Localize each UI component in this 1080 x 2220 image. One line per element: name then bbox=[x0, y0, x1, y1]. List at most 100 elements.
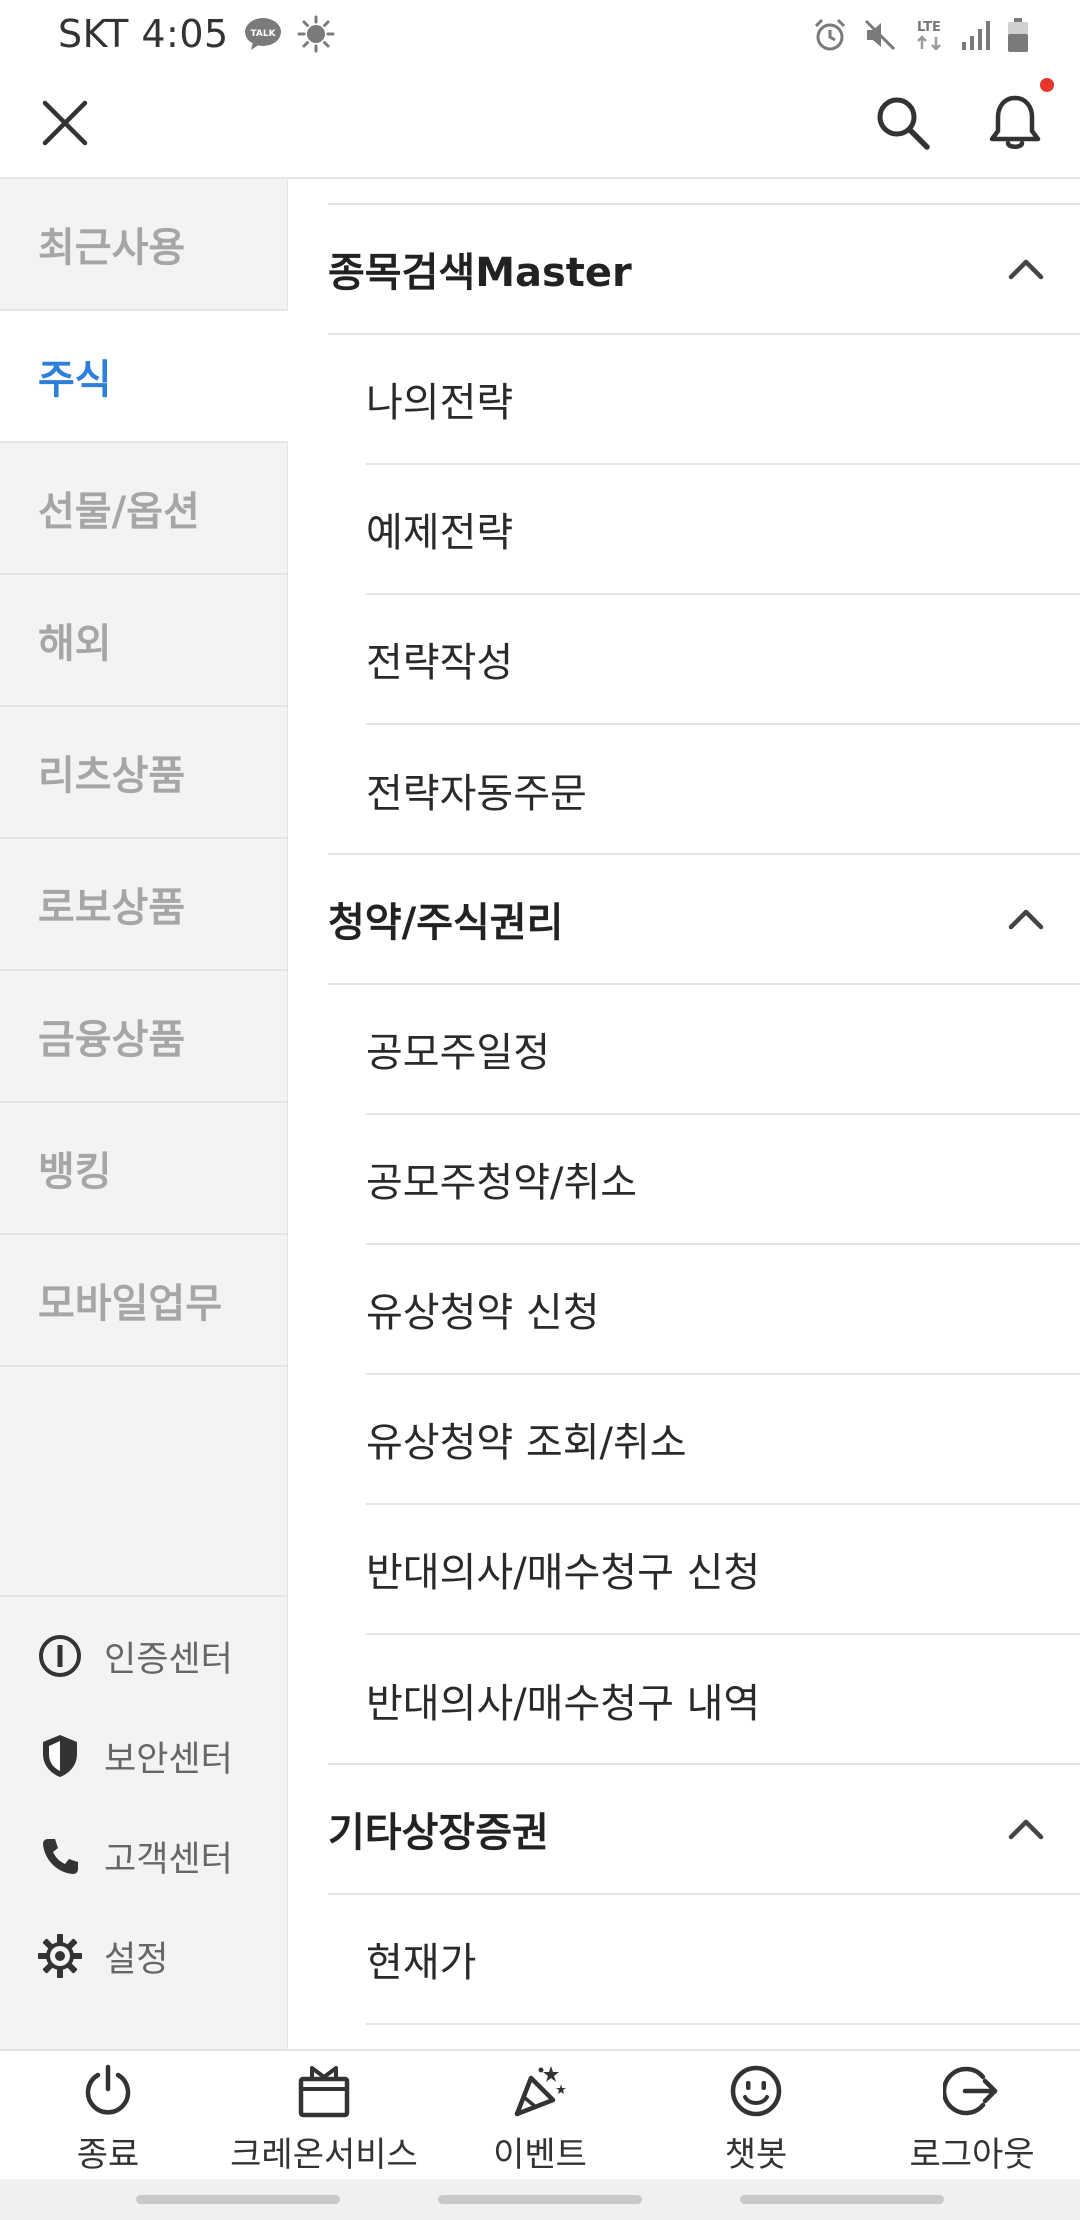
phone-icon bbox=[36, 1832, 84, 1880]
carrier-time: SKT 4:05 bbox=[58, 12, 229, 56]
util-label: 고객센터 bbox=[104, 1839, 233, 1880]
category-label: 주식 bbox=[38, 357, 112, 403]
menu-item-ipo-subscribe-cancel[interactable]: 공모주청약/취소 bbox=[366, 1115, 1080, 1245]
section-header-subscription-rights[interactable]: 청약/주식권리 bbox=[328, 855, 1080, 985]
gear-icon bbox=[36, 1932, 84, 1980]
menu-item-example-strategy[interactable]: 예제전략 bbox=[366, 465, 1080, 595]
bell-icon bbox=[989, 95, 1041, 149]
util-auth-center[interactable]: 인증센터 bbox=[36, 1621, 276, 1691]
category-reits[interactable]: 리츠상품 bbox=[0, 707, 288, 839]
menu-item-label: 전략작성 bbox=[366, 640, 514, 686]
menu-item-label: 공모주청약/취소 bbox=[366, 1160, 638, 1206]
chevron-up-icon bbox=[1004, 897, 1048, 941]
category-label: 금융상품 bbox=[38, 1017, 186, 1063]
menu-item-label: 유상청약 조회/취소 bbox=[366, 1420, 687, 1466]
menu-item-label: 유상청약 신청 bbox=[366, 1290, 600, 1336]
brightness-icon bbox=[297, 15, 335, 53]
menu-item-label: 반대의사/매수청구 내역 bbox=[366, 1681, 761, 1727]
menu-item-label: 예제전략 bbox=[366, 510, 514, 556]
menu-item-strategy-auto-order[interactable]: 전략자동주문 bbox=[366, 725, 1080, 855]
nav-back-handle[interactable] bbox=[740, 2195, 944, 2204]
category-label: 해외 bbox=[38, 621, 112, 667]
util-label: 설정 bbox=[104, 1939, 169, 1980]
menu-item-label: 반대의사/매수청구 신청 bbox=[366, 1550, 761, 1596]
category-banking[interactable]: 뱅킹 bbox=[0, 1103, 288, 1235]
util-label: 인증센터 bbox=[104, 1639, 233, 1680]
section-header-stock-search-master[interactable]: 종목검색Master bbox=[328, 205, 1080, 335]
menu-item-dissent-history[interactable]: 반대의사/매수청구 내역 bbox=[366, 1635, 1080, 1765]
gift-box-icon bbox=[292, 2059, 356, 2123]
util-settings[interactable]: 설정 bbox=[36, 1921, 276, 1991]
smiley-icon bbox=[724, 2059, 788, 2123]
status-left: SKT 4:05 TALK bbox=[58, 8, 335, 60]
category-label: 로보상품 bbox=[38, 885, 186, 931]
category-overseas[interactable]: 해외 bbox=[0, 575, 288, 707]
close-icon bbox=[42, 100, 88, 146]
status-bar: SKT 4:05 TALK LTE bbox=[0, 0, 1080, 68]
util-security-center[interactable]: 보안센터 bbox=[36, 1721, 276, 1791]
category-robo[interactable]: 로보상품 bbox=[0, 839, 288, 971]
notification-dot bbox=[1040, 78, 1054, 92]
category-label: 선물/옵션 bbox=[38, 489, 200, 535]
util-label: 보안센터 bbox=[104, 1739, 233, 1780]
logout-button[interactable]: 로그아웃 bbox=[864, 2059, 1080, 2177]
category-recent[interactable]: 최근사용 bbox=[0, 179, 288, 311]
search-icon bbox=[877, 97, 930, 150]
menu-item-label: 현재가 bbox=[366, 1940, 477, 1986]
nav-recents-handle[interactable] bbox=[136, 2195, 340, 2204]
menu-item-label: 나의전략 bbox=[366, 380, 514, 426]
event-button[interactable]: 이벤트 bbox=[432, 2059, 648, 2177]
exit-button[interactable]: 종료 bbox=[0, 2059, 216, 2177]
category-label: 뱅킹 bbox=[38, 1149, 112, 1195]
party-popper-icon bbox=[508, 2059, 572, 2123]
lte-icon: LTE bbox=[912, 17, 946, 53]
category-panel: 최근사용 주식 선물/옵션 해외 리츠상품 로보상품 금융상품 뱅킹 모바일업무… bbox=[0, 179, 288, 2049]
svg-text:LTE: LTE bbox=[917, 20, 941, 35]
menu-item-ipo-schedule[interactable]: 공모주일정 bbox=[366, 985, 1080, 1115]
category-stocks[interactable]: 주식 bbox=[0, 311, 288, 443]
menu-item-label: 공모주일정 bbox=[366, 1030, 550, 1076]
menu-item-rights-offering-apply[interactable]: 유상청약 신청 bbox=[366, 1245, 1080, 1375]
close-button[interactable] bbox=[20, 78, 110, 168]
shield-icon bbox=[36, 1732, 84, 1780]
menu-item-dissent-apply[interactable]: 반대의사/매수청구 신청 bbox=[366, 1505, 1080, 1635]
mute-icon bbox=[862, 17, 898, 53]
section-title: 청약/주식권리 bbox=[328, 900, 564, 946]
category-financial-products[interactable]: 금융상품 bbox=[0, 971, 288, 1103]
menu-item-current-price[interactable]: 현재가 bbox=[366, 1895, 1080, 2025]
menu-item-my-strategy[interactable]: 나의전략 bbox=[366, 335, 1080, 465]
category-label: 최근사용 bbox=[38, 225, 186, 271]
info-circle-icon bbox=[36, 1632, 84, 1680]
category-label: 모바일업무 bbox=[38, 1281, 222, 1327]
svg-text:TALK: TALK bbox=[250, 29, 276, 39]
system-nav-bar bbox=[0, 2179, 1080, 2220]
kakao-talk-icon: TALK bbox=[243, 16, 283, 52]
util-customer-center[interactable]: 고객센터 bbox=[36, 1821, 276, 1891]
exit-label: 종료 bbox=[76, 2135, 140, 2175]
event-label: 이벤트 bbox=[493, 2135, 587, 2175]
submenu-panel: 종목검색Master 나의전략 예제전략 전략작성 전략자동주문 청약/주식권리… bbox=[288, 179, 1080, 2049]
category-futures-options[interactable]: 선물/옵션 bbox=[0, 443, 288, 575]
section-header-other-listed[interactable]: 기타상장증권 bbox=[328, 1765, 1080, 1895]
battery-icon bbox=[1006, 17, 1030, 53]
chatbot-label: 챗봇 bbox=[724, 2135, 788, 2175]
bottom-toolbar: 종료 크레온서비스 이벤트 챗봇 로그아웃 bbox=[0, 2049, 1080, 2179]
creon-service-label: 크레온서비스 bbox=[230, 2135, 418, 2175]
section-title: 종목검색Master bbox=[328, 250, 632, 296]
status-right: LTE bbox=[812, 10, 1030, 60]
alarm-icon bbox=[812, 17, 848, 53]
chatbot-button[interactable]: 챗봇 bbox=[648, 2059, 864, 2177]
menu-item-create-strategy[interactable]: 전략작성 bbox=[366, 595, 1080, 725]
nav-home-handle[interactable] bbox=[438, 2195, 642, 2204]
signal-icon bbox=[960, 18, 992, 52]
section-title: 기타상장증권 bbox=[328, 1810, 549, 1856]
menu-header bbox=[0, 68, 1080, 179]
category-label: 리츠상품 bbox=[38, 753, 186, 799]
menu-item-label: 전략자동주문 bbox=[366, 771, 587, 817]
logout-icon bbox=[940, 2059, 1004, 2123]
category-mobile-work[interactable]: 모바일업무 bbox=[0, 1235, 288, 1367]
chevron-up-icon bbox=[1004, 247, 1048, 291]
creon-service-button[interactable]: 크레온서비스 bbox=[216, 2059, 432, 2177]
search-button[interactable] bbox=[858, 78, 948, 168]
menu-item-rights-offering-inquiry[interactable]: 유상청약 조회/취소 bbox=[366, 1375, 1080, 1505]
